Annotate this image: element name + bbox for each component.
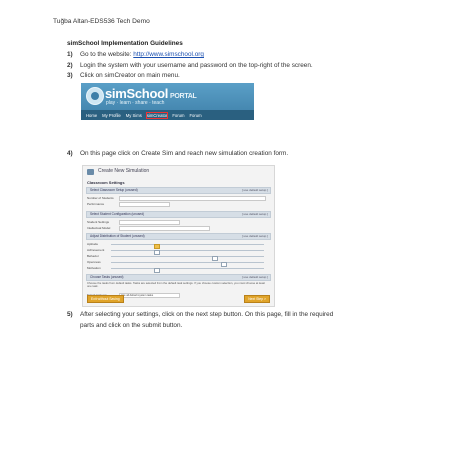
step-2: 2) Login the system with your username an… xyxy=(67,62,313,69)
simschool-link[interactable]: http://www.simschool.org xyxy=(133,51,204,58)
step-4-text: On this page click on Create Sim and rea… xyxy=(80,150,289,157)
row-intrinsic-label: Motivation xyxy=(87,266,101,270)
openness-slider[interactable] xyxy=(111,261,264,267)
form-title-bar: Create New Simulation xyxy=(87,168,270,177)
portal-nav-profile[interactable]: My Profile xyxy=(102,113,121,118)
model-options[interactable] xyxy=(119,226,210,231)
row-aptitude: Aptitude xyxy=(87,242,270,249)
row-performance: Performance xyxy=(87,202,270,207)
performance-field[interactable] xyxy=(119,202,170,207)
portal-nav-home[interactable]: Home xyxy=(86,113,97,118)
step-5: 5) After selecting your settings, click o… xyxy=(67,311,334,329)
portal-brand-suffix: PORTAL xyxy=(170,93,197,100)
form-section-distribution-action[interactable]: [ use default setup ] xyxy=(242,234,268,238)
form-section-distribution-label: Adjust Distribution of Student (unused) xyxy=(90,234,145,238)
row-student-settings-label: Student Settings xyxy=(87,220,110,224)
intrinsic-slider-handle[interactable] xyxy=(153,267,160,273)
portal-nav-forum[interactable]: Forum xyxy=(172,113,184,118)
row-openness-label: Openness xyxy=(87,260,101,264)
step-4-number: 4) xyxy=(67,150,73,157)
intrinsic-slider[interactable] xyxy=(111,267,264,273)
step-5-continuation: parts and click on the submit button. xyxy=(80,322,183,329)
form-title: Create New Simulation xyxy=(98,168,150,174)
step-5-text: After selecting your settings, click on … xyxy=(80,311,334,318)
form-subtitle: Classroom Settings xyxy=(87,180,125,185)
exit-without-saving-button[interactable]: Exit without Saving xyxy=(87,295,124,303)
form-section-student-config-action[interactable]: [ use default setup ] xyxy=(242,212,268,216)
portal-logo-icon xyxy=(86,87,104,105)
step-2-text: Login the system with your username and … xyxy=(80,62,313,69)
student-settings-select[interactable] xyxy=(119,220,180,225)
step-3: 3) Click on simCreator on main menu. xyxy=(67,72,180,79)
step-3-number: 3) xyxy=(67,72,73,79)
form-section-tasks-action[interactable]: [ use default setup ] xyxy=(242,275,268,279)
row-achievement: Achievement xyxy=(87,248,270,255)
row-duration-label: Number of Students xyxy=(87,196,114,200)
portal-brand: simSchool PORTAL xyxy=(105,86,197,101)
form-section-student-config: Select Student Configuration (unused) [ … xyxy=(86,211,271,218)
duration-field[interactable] xyxy=(119,196,266,201)
step-2-number: 2) xyxy=(67,62,73,69)
form-section-tasks: Choose Tasks (unused) [ use default setu… xyxy=(86,274,271,281)
portal-nav-simcreator[interactable]: simCreator xyxy=(145,112,169,119)
form-section-student-config-label: Select Student Configuration (unused) xyxy=(90,212,145,216)
row-behavior: Behavior xyxy=(87,254,270,261)
row-behavior-label: Behavior xyxy=(87,254,99,258)
row-model: Intellectual Model xyxy=(87,226,270,231)
form-section-classroom: Select Classroom Setup (unused) [ use de… xyxy=(86,187,271,194)
section-title: simSchool Implementation Guidelines xyxy=(67,40,183,47)
portal-banner-screenshot: simSchool PORTAL play · learn · share · t… xyxy=(81,83,254,120)
step-1: 1) Go to the website: http://www.simschoo… xyxy=(67,51,204,58)
row-performance-label: Performance xyxy=(87,202,105,206)
form-section-tasks-label: Choose Tasks (unused) xyxy=(90,275,124,279)
form-section-classroom-action[interactable]: [ use default setup ] xyxy=(242,188,268,192)
row-model-label: Intellectual Model xyxy=(87,226,111,230)
achievement-slider[interactable] xyxy=(111,249,264,255)
row-student-settings: Student Settings xyxy=(87,220,270,225)
row-aptitude-label: Aptitude xyxy=(87,242,99,246)
step-1-number: 1) xyxy=(67,51,73,58)
portal-tagline: play · learn · share · teach xyxy=(106,100,165,106)
document-page: Tuğba Altan-EDS536 Tech Demo simSchool I… xyxy=(0,0,453,453)
form-section-classroom-label: Select Classroom Setup (unused) xyxy=(90,188,138,192)
simulation-form-screenshot: Create New Simulation Classroom Settings… xyxy=(82,165,275,307)
task-description: Choose the tasks from default tasks. Tas… xyxy=(87,281,265,289)
row-openness: Openness xyxy=(87,260,270,267)
next-step-button[interactable]: Next Step > xyxy=(244,295,270,303)
step-5-number: 5) xyxy=(67,311,73,318)
form-section-distribution: Adjust Distribution of Student (unused) … xyxy=(86,233,271,240)
aptitude-slider[interactable] xyxy=(111,243,264,249)
portal-brand-name: simSchool xyxy=(105,86,169,101)
portal-nav-mysims[interactable]: My Sims xyxy=(126,113,142,118)
document-header: Tuğba Altan-EDS536 Tech Demo xyxy=(53,18,150,25)
portal-nav-forum-2[interactable]: Forum xyxy=(189,113,201,118)
row-intrinsic: Motivation xyxy=(87,266,270,273)
task-select[interactable]: Use all default system tasks xyxy=(119,293,180,298)
row-achievement-label: Achievement xyxy=(87,248,105,252)
behavior-slider[interactable] xyxy=(111,255,264,261)
form-monitor-icon xyxy=(87,169,94,175)
portal-nav: Home My Profile My Sims simCreator Forum… xyxy=(81,110,254,120)
step-3-text: Click on simCreator on main menu. xyxy=(80,72,180,79)
step-4: 4) On this page click on Create Sim and r… xyxy=(67,150,288,157)
step-1-text: Go to the website: xyxy=(80,51,134,58)
row-duration: Number of Students xyxy=(87,196,270,201)
